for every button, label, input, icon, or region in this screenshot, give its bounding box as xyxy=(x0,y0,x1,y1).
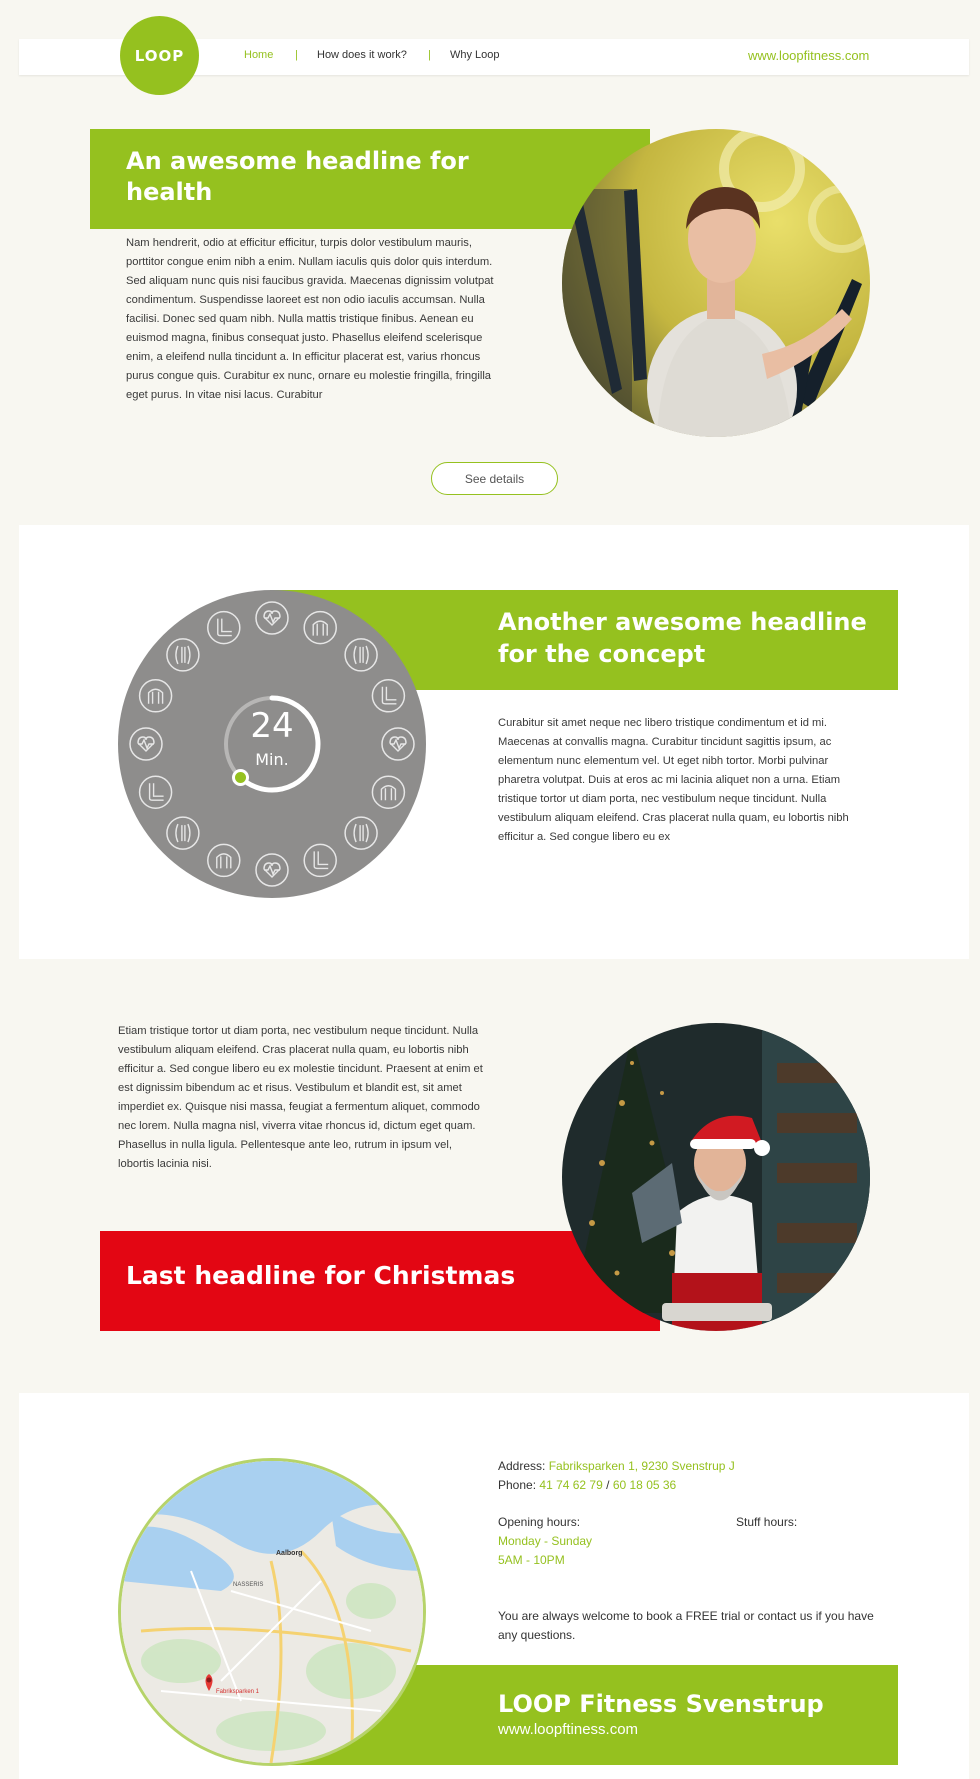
see-details-button[interactable]: See details xyxy=(431,462,558,495)
leg-exercise-icon xyxy=(303,843,337,878)
nav-home[interactable]: Home xyxy=(244,49,273,61)
opening-time: 5AM - 10PM xyxy=(498,1553,565,1567)
address-label: Address: xyxy=(498,1459,546,1473)
santa-photo xyxy=(562,1023,870,1331)
contact-phone: Phone: 41 74 62 79 / 60 18 05 36 xyxy=(498,1476,676,1495)
address-value[interactable]: Fabriksparken 1, 9230 Svenstrup J xyxy=(549,1459,735,1473)
column-exercise-icon xyxy=(303,610,337,645)
phone-number-1[interactable]: 41 74 62 79 xyxy=(539,1478,602,1492)
heart-exercise-icon xyxy=(255,853,289,887)
section2-body: Curabitur sit amet neque nec libero tris… xyxy=(498,717,849,843)
leg-exercise-icon xyxy=(138,775,173,809)
muscle-exercise-icon xyxy=(344,816,378,850)
opening-days: Monday - Sunday xyxy=(498,1534,593,1548)
nav-separator: | xyxy=(428,49,431,61)
nav-how-it-works[interactable]: How does it work? xyxy=(317,49,407,61)
heart-exercise-icon xyxy=(255,601,289,635)
muscle-exercise-icon xyxy=(166,638,200,672)
logo-text: LOOP xyxy=(134,46,185,65)
staff-hours-label: Stuff hours: xyxy=(736,1515,798,1529)
muscle-exercise-icon xyxy=(344,638,378,672)
timer-unit: Min. xyxy=(255,750,289,769)
leg-exercise-icon xyxy=(371,679,406,713)
column-exercise-icon xyxy=(138,679,173,713)
contact-address: Address: Fabriksparken 1, 9230 Svenstrup… xyxy=(498,1457,888,1476)
location-map[interactable]: Aalborg NASSERIS Fabriksparken 1 xyxy=(118,1458,426,1766)
opening-hours-label: Opening hours: xyxy=(498,1515,581,1529)
leg-exercise-icon xyxy=(207,610,241,645)
nav-why-loop[interactable]: Why Loop xyxy=(450,49,500,61)
section3-body: Etiam tristique tortor ut diam porta, ne… xyxy=(118,1025,483,1170)
column-exercise-icon xyxy=(207,843,241,878)
section3-headline: Last headline for Christmas xyxy=(126,1261,516,1290)
phone-number-2[interactable]: 60 18 05 36 xyxy=(613,1478,676,1492)
section2-headline: Another awesome headline for the concept xyxy=(498,608,867,668)
welcome-text: You are always welcome to book a FREE tr… xyxy=(498,1609,874,1642)
footer-url[interactable]: www.loopftiness.com xyxy=(498,1721,638,1738)
timer-progress-dot xyxy=(232,769,250,787)
logo[interactable]: LOOP xyxy=(120,16,199,95)
woman-photo xyxy=(562,129,870,437)
map-label-aalborg: Aalborg xyxy=(276,1550,302,1557)
map-label-nasseris: NASSERIS xyxy=(233,1582,263,1588)
timer-value: 24 xyxy=(250,706,294,746)
nav-separator: | xyxy=(295,49,298,61)
section1-body: Nam hendrerit, odio at efficitur efficit… xyxy=(126,237,494,401)
footer-title: LOOP Fitness Svenstrup xyxy=(498,1690,824,1718)
column-exercise-icon xyxy=(371,775,406,809)
phone-label: Phone: xyxy=(498,1478,537,1492)
section1-headline: An awesome headline for health xyxy=(126,147,469,206)
map-label-pin: Fabriksparken 1 xyxy=(216,1689,260,1695)
muscle-exercise-icon xyxy=(166,816,200,850)
website-link[interactable]: www.loopfitness.com xyxy=(748,48,869,63)
phone-separator: / xyxy=(606,1478,610,1492)
